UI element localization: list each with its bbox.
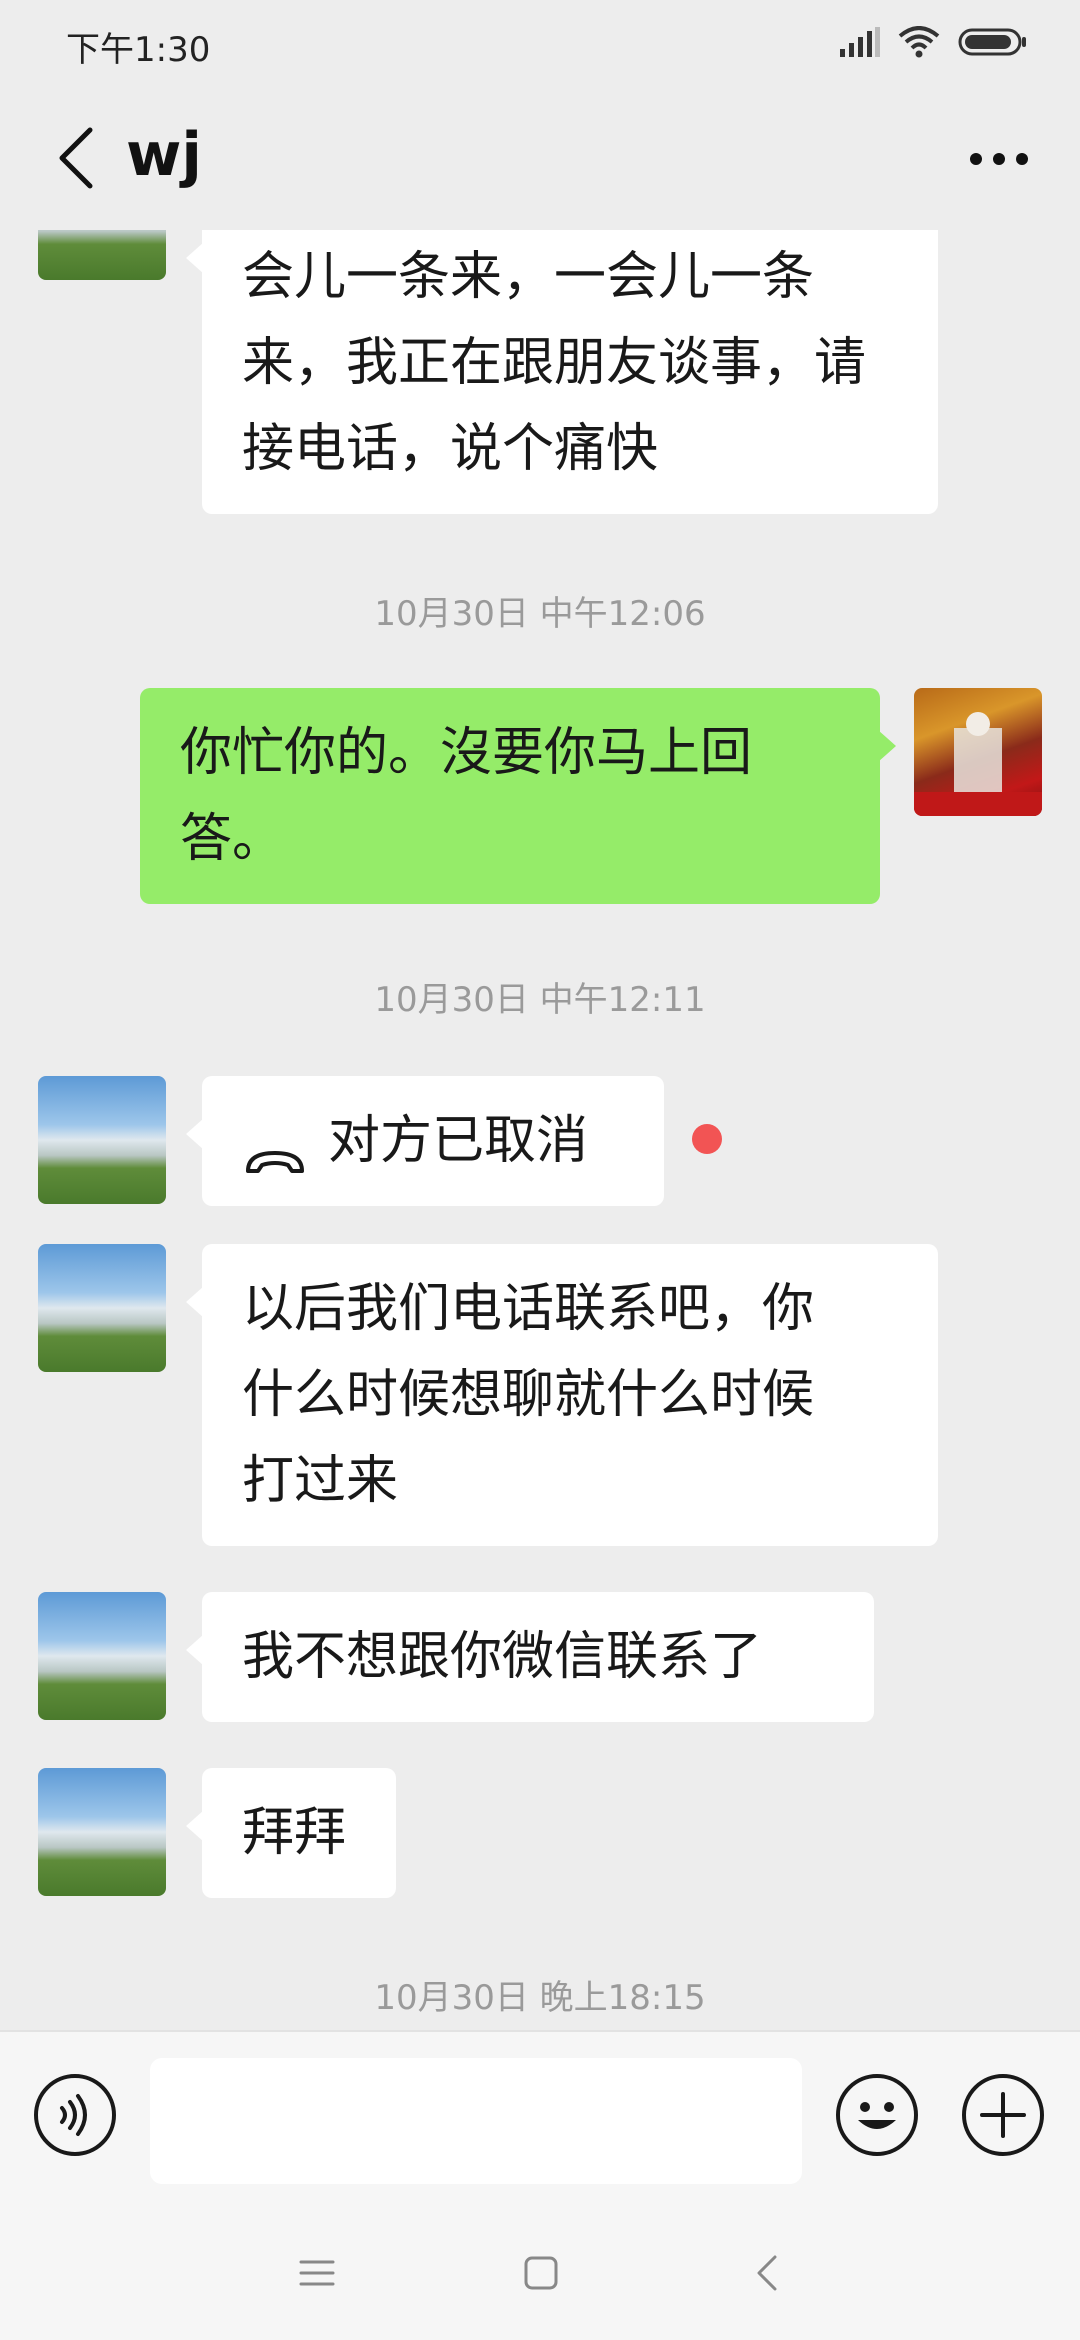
message-text: 什么时候想聊就什么时候 [242,1365,815,1425]
plus-icon [960,2074,1046,2162]
contact-avatar[interactable] [38,1244,166,1372]
message-text: 来，我正在跟朋友谈事，请 [242,333,867,393]
chevron-left-icon [56,126,96,194]
self-avatar[interactable] [914,688,1042,816]
voice-icon [32,2074,118,2162]
more-functions-button[interactable] [960,2072,1046,2158]
call-status-text: 对方已取消 [328,1111,589,1171]
message-bubble[interactable]: 我不想跟你微信联系了 [186,1592,874,1722]
back-button[interactable] [36,118,116,202]
voice-button[interactable] [32,2072,118,2158]
back-triangle-icon [755,2253,779,2297]
phone-hangup-icon [242,1121,308,1173]
contact-avatar[interactable] [38,230,166,280]
title-bar: wj [0,90,1080,230]
wifi-icon [898,26,940,62]
chat-title: wj [126,120,202,190]
message-text: 拜拜 [242,1803,347,1863]
message-text: 答。 [180,809,285,869]
status-bar: 下午1:30 [0,0,1080,90]
timestamp: 10月30日 晚上18:15 [374,1978,706,2018]
message-input[interactable] [150,2058,802,2184]
timestamp: 10月30日 中午12:11 [374,980,706,1020]
contact-avatar[interactable] [38,1592,166,1720]
emoji-button[interactable] [834,2072,920,2158]
emoji-icon [834,2074,920,2162]
status-time: 下午1:30 [66,30,211,70]
message-bubble[interactable]: 会儿一条来，一会儿一条 来，我正在跟朋友谈事，请 接电话，说个痛快 [186,230,938,514]
input-bar [0,2030,1080,2210]
more-button[interactable] [954,120,1044,200]
message-list[interactable]: 会儿一条来，一会儿一条 来，我正在跟朋友谈事，请 接电话，说个痛快 10月30日… [0,230,1080,2030]
message-text: 打过来 [242,1451,399,1511]
system-back-button[interactable] [732,2242,802,2308]
call-record-bubble[interactable]: 对方已取消 [186,1076,664,1206]
message-bubble[interactable]: 以后我们电话联系吧，你 什么时候想聊就什么时候 打过来 [186,1244,938,1546]
system-nav-bar [0,2210,1080,2340]
self-avatar-image [914,712,1042,816]
message-bubble-self[interactable]: 你忙你的。沒要你马上回 答。 [140,688,896,904]
more-dots-icon [969,151,1029,170]
home-button[interactable] [506,2242,576,2308]
signal-icon [840,27,880,61]
menu-button[interactable] [282,2242,352,2308]
status-icons [840,24,1028,64]
message-text: 以后我们电话联系吧，你 [242,1279,815,1339]
message-text: 你忙你的。沒要你马上回 [180,723,753,783]
timestamp: 10月30日 中午12:06 [374,594,706,634]
contact-avatar[interactable] [38,1768,166,1896]
contact-avatar[interactable] [38,1076,166,1204]
message-text: 会儿一条来，一会儿一条 [242,247,815,307]
menu-icon [299,2257,335,2293]
message-bubble[interactable]: 拜拜 [186,1768,396,1898]
unread-dot [692,1124,722,1154]
battery-icon [958,27,1028,61]
message-text: 接电话，说个痛快 [242,419,659,479]
home-square-icon [523,2255,559,2295]
message-text: 我不想跟你微信联系了 [242,1627,763,1687]
